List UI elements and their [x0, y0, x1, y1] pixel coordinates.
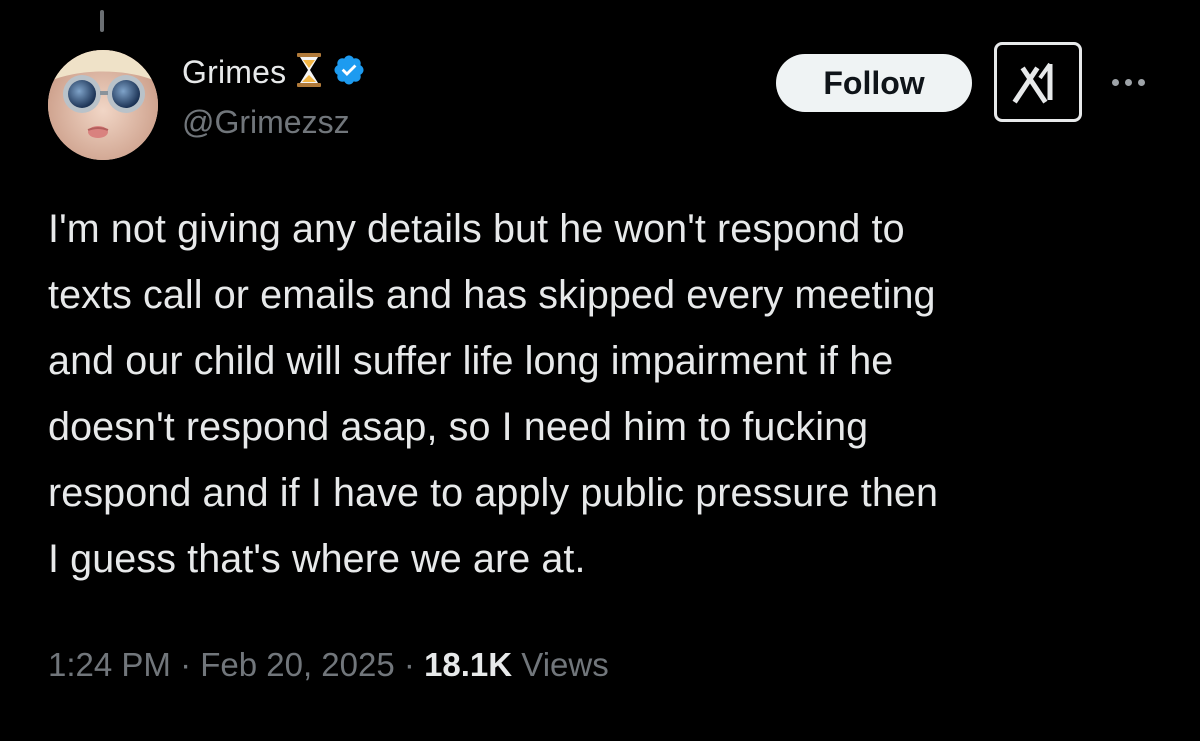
more-icon-dot: [1137, 78, 1145, 86]
grok-icon: [1012, 62, 1053, 104]
meta-separator: ·: [394, 646, 425, 683]
meta-separator: ·: [170, 646, 201, 683]
avatar-image: [48, 50, 158, 160]
follow-button[interactable]: Follow: [776, 54, 972, 112]
more-icon-dot: [1124, 78, 1132, 86]
tweet-metadata: 1:24 PM · Feb 20, 2025 · 18.1K Views: [48, 646, 609, 684]
more-icon-dot: [1111, 78, 1119, 86]
grok-button[interactable]: [994, 42, 1082, 122]
author-handle[interactable]: @Grimezsz: [182, 104, 350, 141]
views-count[interactable]: 18.1K: [424, 646, 512, 684]
more-options-button[interactable]: [1100, 62, 1156, 102]
tweet-text: I'm not giving any details but he won't …: [48, 207, 939, 581]
tweet-time[interactable]: 1:24 PM: [48, 646, 171, 684]
thread-connector-line: [100, 10, 104, 32]
tweet-date[interactable]: Feb 20, 2025: [200, 646, 395, 684]
views-spacer: [512, 646, 521, 684]
author-display-name[interactable]: Grimes: [182, 54, 286, 91]
hourglass-icon: [296, 52, 322, 93]
avatar[interactable]: [48, 50, 158, 160]
author-name-row: Grimes: [182, 52, 366, 92]
views-label[interactable]: Views: [521, 646, 608, 684]
verified-icon[interactable]: [332, 53, 366, 92]
